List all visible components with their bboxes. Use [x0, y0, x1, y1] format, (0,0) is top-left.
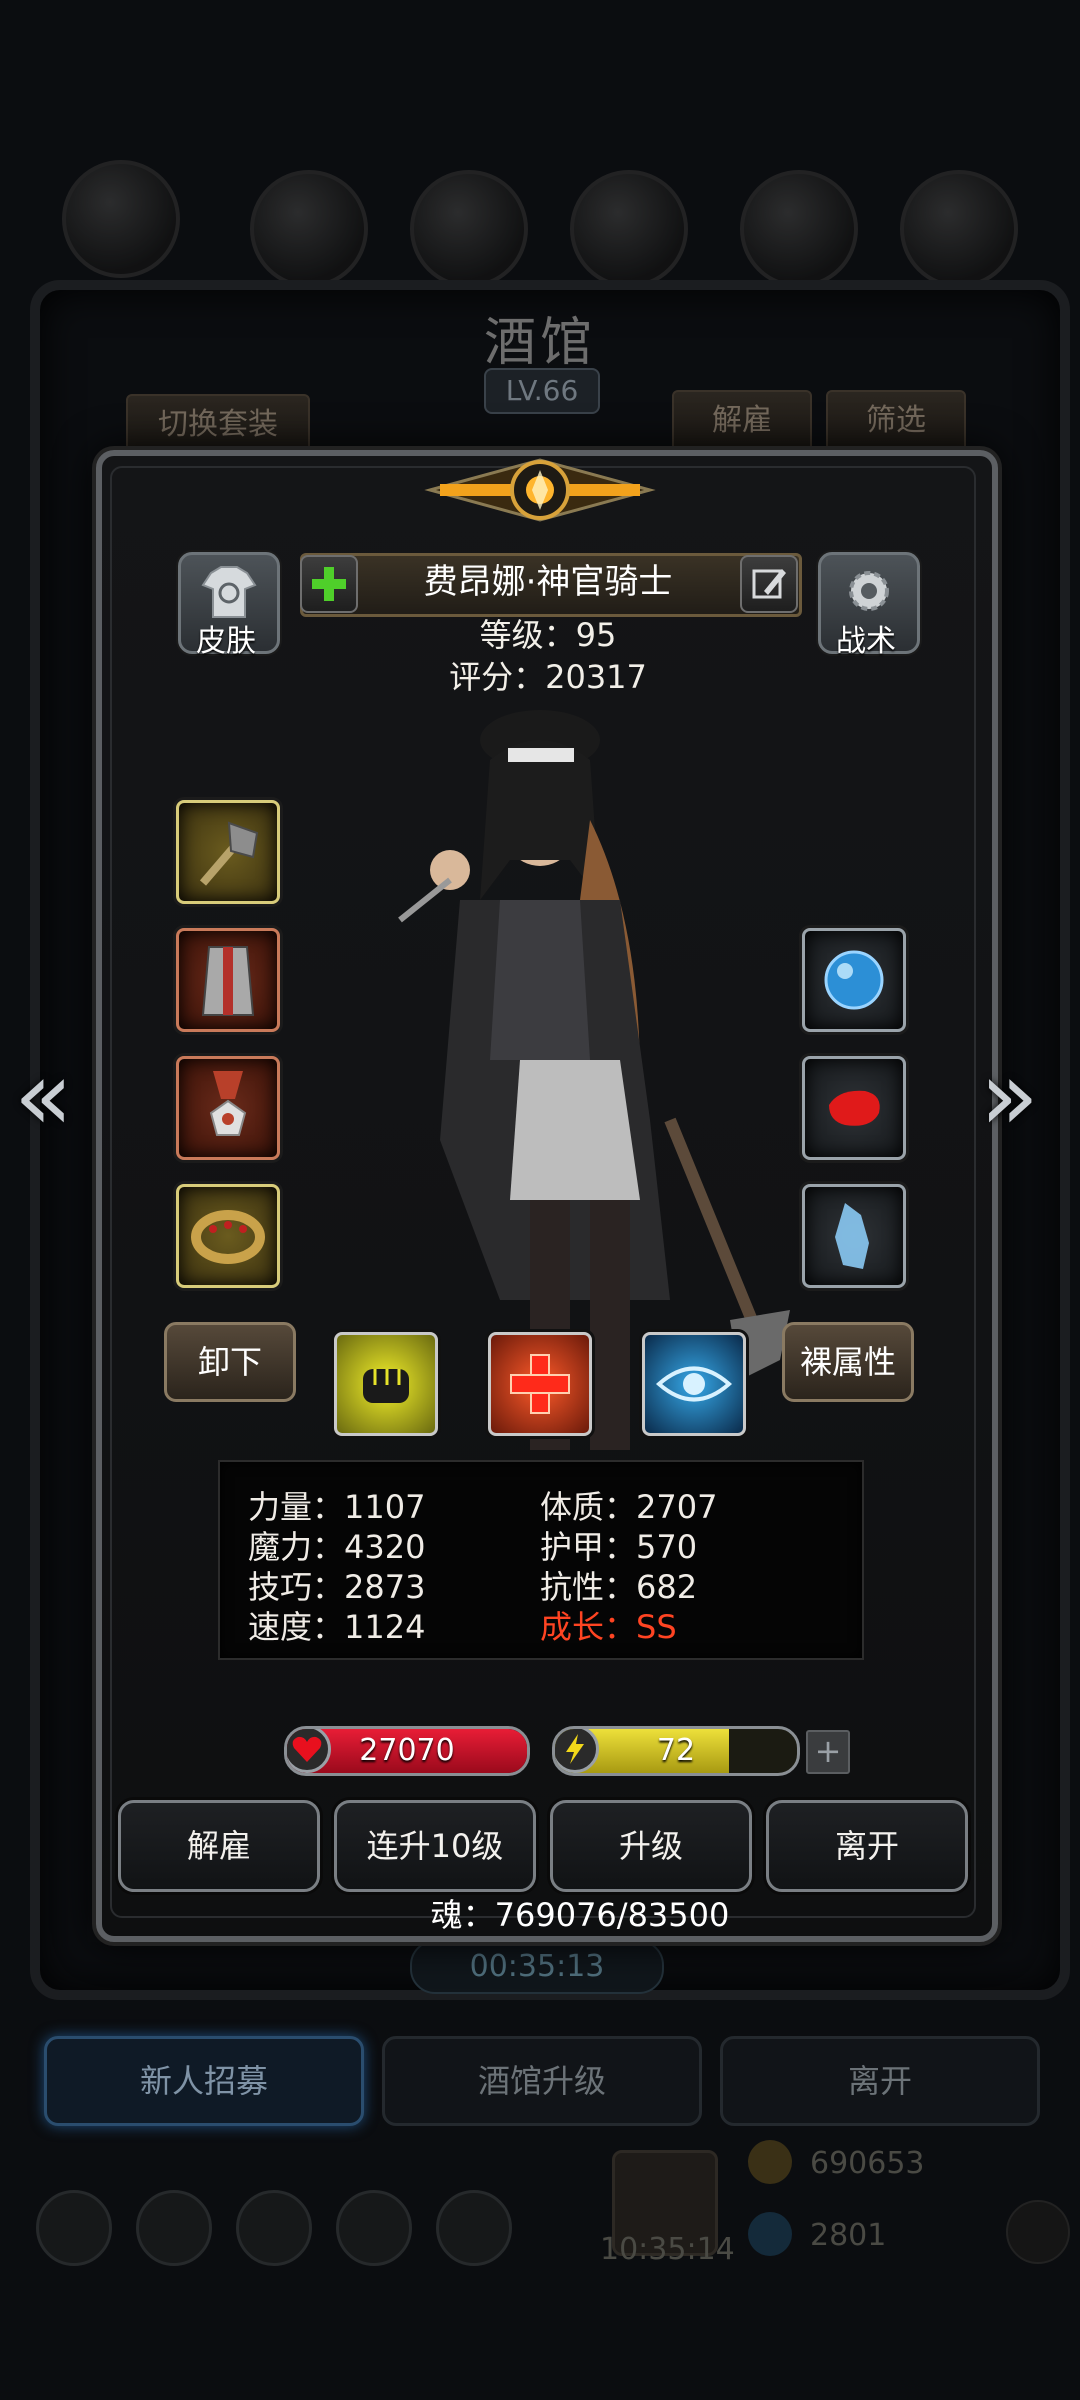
gem-slot-2[interactable]: [802, 1056, 906, 1160]
medal-icon: [209, 1071, 247, 1136]
ring-icon: [191, 1210, 265, 1264]
energy-bar: 72: [552, 1726, 800, 1776]
gold-amount: 690653: [810, 2146, 925, 2181]
nav-icon[interactable]: [36, 2190, 112, 2266]
base-attributes-button[interactable]: 裸属性: [782, 1322, 914, 1402]
eye-icon: [655, 1366, 733, 1402]
gem-amount: 2801: [810, 2218, 887, 2253]
background-top-icons: [0, 150, 1080, 288]
heal-cross-icon: [510, 1354, 570, 1414]
gem-slot-1[interactable]: [802, 928, 906, 1032]
mace-icon: [199, 821, 259, 886]
lightning-icon: [555, 1729, 599, 1773]
portrait-icon: [62, 160, 180, 278]
hp-bar: 27070: [284, 1726, 530, 1776]
soul-counter: 魂：769076/83500: [430, 1896, 730, 1934]
nav-icon[interactable]: [236, 2190, 312, 2266]
level-up-10-button[interactable]: 连升10级: [334, 1800, 536, 1892]
stat-speed: 速度：1124: [248, 1608, 426, 1646]
switch-outfit-button[interactable]: 切换套装: [126, 394, 310, 456]
equip-slot-weapon[interactable]: [176, 800, 280, 904]
menu-icon: [250, 170, 368, 288]
add-energy-button[interactable]: +: [806, 1730, 850, 1774]
equip-slot-ring[interactable]: [176, 1184, 280, 1288]
menu-icon: [570, 170, 688, 288]
edit-icon: [752, 569, 786, 599]
heart-icon: [287, 1729, 331, 1773]
skill-slot-3[interactable]: [642, 1332, 746, 1436]
hero-name: 费昂娜·神官骑士: [423, 562, 673, 602]
recruit-timer: 00:35:13: [410, 1940, 664, 1994]
fist-icon: [363, 1369, 409, 1403]
skill-slot-2[interactable]: [488, 1332, 592, 1436]
shirt-icon: [201, 566, 257, 618]
prev-hero-arrow[interactable]: «: [14, 1040, 73, 1152]
next-hero-arrow[interactable]: »: [980, 1040, 1039, 1152]
tavern-title: 酒馆: [483, 313, 596, 373]
tab-leave[interactable]: 离开: [720, 2036, 1040, 2126]
plus-icon[interactable]: [1006, 2200, 1070, 2264]
skill-slot-1[interactable]: [334, 1332, 438, 1436]
nav-icon[interactable]: [436, 2190, 512, 2266]
tactics-label: 战术: [836, 624, 896, 659]
menu-icon: [410, 170, 528, 288]
tavern-level: LV.66: [484, 368, 600, 414]
equip-slot-accessory[interactable]: [176, 1056, 280, 1160]
tab-new-recruit[interactable]: 新人招募: [44, 2036, 364, 2126]
skin-label: 皮肤: [196, 624, 256, 659]
filter-button[interactable]: 筛选: [826, 390, 966, 452]
armor-icon: [201, 946, 255, 1016]
red-gem-icon: [829, 1090, 880, 1126]
equip-slot-armor[interactable]: [176, 928, 280, 1032]
rename-button[interactable]: [740, 555, 798, 613]
stat-growth: 成长：SS: [540, 1608, 677, 1646]
crest-emblem-icon: [424, 458, 656, 522]
dismiss-button[interactable]: 解雇: [118, 1800, 320, 1892]
blue-orb-icon: [824, 950, 884, 1010]
tab-tavern-upgrade[interactable]: 酒馆升级: [382, 2036, 702, 2126]
nav-icon[interactable]: [136, 2190, 212, 2266]
level-up-button[interactable]: 升级: [550, 1800, 752, 1892]
gold-coin-icon: [748, 2140, 792, 2184]
hero-score: 评分：20317: [449, 658, 647, 696]
gear-icon: [849, 571, 889, 611]
gem-icon: [748, 2212, 792, 2256]
hero-level: 等级：95: [479, 616, 617, 654]
leave-button[interactable]: 离开: [766, 1800, 968, 1892]
dismiss-filter-button[interactable]: 解雇: [672, 390, 812, 452]
menu-icon: [740, 170, 858, 288]
ice-crystal-icon: [835, 1203, 869, 1269]
menu-icon: [900, 170, 1018, 288]
gem-slot-3[interactable]: [802, 1184, 906, 1288]
nav-icon[interactable]: [336, 2190, 412, 2266]
unequip-button[interactable]: 卸下: [164, 1322, 296, 1402]
clock-text: 10:35:14: [600, 2232, 735, 2267]
